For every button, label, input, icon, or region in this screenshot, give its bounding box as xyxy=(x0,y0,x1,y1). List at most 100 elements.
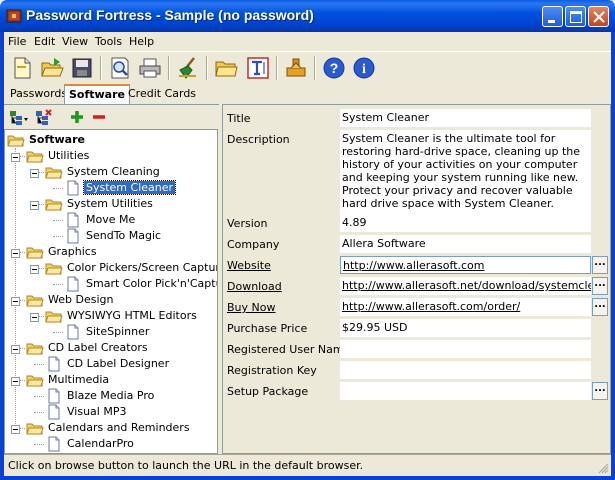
category-tree[interactable]: Software Utilities System Cleaning System C… xyxy=(4,129,218,454)
tree-node-label: CD Label Designer xyxy=(67,357,170,370)
tree-toolbar xyxy=(4,105,219,129)
maximize-button[interactable] xyxy=(565,6,586,27)
menu-view[interactable]: View xyxy=(62,35,88,48)
document-icon xyxy=(45,436,63,453)
minimize-icon xyxy=(548,20,555,23)
tree-connector xyxy=(53,236,63,237)
close-button[interactable] xyxy=(588,6,609,27)
plugin-button[interactable] xyxy=(282,54,310,82)
toolbar-separator xyxy=(168,56,170,80)
website-field[interactable]: http://www.allerasoft.com xyxy=(340,256,591,274)
tree-node-label: Multimedia xyxy=(48,373,110,386)
save-button[interactable] xyxy=(68,54,96,82)
tree-connector xyxy=(34,444,44,445)
title-field[interactable]: System Cleaner xyxy=(340,109,591,127)
tree-node-label: SendTo Magic xyxy=(86,229,162,242)
window-frame-right xyxy=(611,32,615,480)
collapse-toggle-icon[interactable] xyxy=(11,248,20,261)
title-bar: Password Fortress - Sample (no password) xyxy=(0,0,615,32)
menu-tools[interactable]: Tools xyxy=(95,35,122,48)
tree-connector xyxy=(53,284,63,285)
setup-package-browse-button[interactable]: ... xyxy=(592,382,608,400)
download-field[interactable]: http://www.allerasoft.net/download/syste… xyxy=(340,277,591,295)
svg-text:i: i xyxy=(362,62,366,77)
registered-user-label: Registered User Name xyxy=(227,343,351,356)
folder-icon xyxy=(45,164,63,183)
purchase-price-label: Purchase Price xyxy=(227,322,308,335)
print-button[interactable] xyxy=(136,54,164,82)
buy-now-label[interactable]: Buy Now xyxy=(227,301,275,314)
collapse-toggle-icon[interactable] xyxy=(30,264,39,277)
collapse-toggle-icon[interactable] xyxy=(11,152,20,165)
folder-icon xyxy=(45,308,63,327)
collapse-toggle-icon[interactable] xyxy=(11,376,20,389)
help-icon: ? xyxy=(323,57,345,79)
tree-node-label: CD Label Creators xyxy=(48,341,148,354)
remove-item-button[interactable] xyxy=(90,108,110,126)
delete-folder-button[interactable] xyxy=(34,108,54,126)
title-label: Title xyxy=(227,112,251,125)
tree-connector xyxy=(34,364,44,365)
version-field[interactable]: 4.89 xyxy=(340,214,591,232)
clean-button[interactable] xyxy=(174,54,202,82)
print-icon xyxy=(139,58,161,78)
tab-passwords[interactable]: Passwords xyxy=(6,85,71,103)
tab-credit-cards[interactable]: Credit Cards xyxy=(124,85,200,103)
tree-node-label: Utilities xyxy=(48,149,90,162)
new-icon xyxy=(14,57,31,79)
add-folder-icon xyxy=(10,111,28,125)
app-icon xyxy=(6,9,22,23)
menu-file[interactable]: File xyxy=(8,35,26,48)
buy-now-field[interactable]: http://www.allerasoft.com/order/ xyxy=(340,298,591,316)
collapse-toggle-icon[interactable] xyxy=(30,168,39,181)
new-button[interactable] xyxy=(8,54,36,82)
company-field[interactable]: Allera Software xyxy=(340,235,591,253)
setup-package-field[interactable] xyxy=(340,382,591,400)
tree-node-label: Software xyxy=(29,133,85,146)
collapse-toggle-icon[interactable] xyxy=(30,312,39,325)
description-field[interactable]: System Cleaner is the ultimate tool for … xyxy=(340,130,591,216)
toolbar-separator xyxy=(276,56,278,80)
website-browse-button[interactable]: ... xyxy=(592,256,608,274)
menu-help[interactable]: Help xyxy=(129,35,154,48)
tree-node-label: System Cleaner xyxy=(82,180,177,195)
tree-connector xyxy=(53,332,63,333)
menu-edit[interactable]: Edit xyxy=(34,35,55,48)
resize-grip-icon[interactable] xyxy=(597,462,609,474)
folder-icon xyxy=(45,196,63,215)
open-button[interactable] xyxy=(38,54,66,82)
delete-folder-icon xyxy=(36,109,52,125)
folder-icon xyxy=(26,372,44,391)
folder-icon xyxy=(26,148,44,167)
collapse-toggle-icon[interactable] xyxy=(11,344,20,357)
collapse-toggle-icon[interactable] xyxy=(30,200,39,213)
help-button[interactable]: ? xyxy=(320,54,348,82)
purchase-price-field[interactable]: $29.95 USD xyxy=(340,319,591,337)
website-label[interactable]: Website xyxy=(227,259,271,272)
folder-icon xyxy=(7,132,25,151)
status-bar: Click on browse button to launch the URL… xyxy=(4,454,611,476)
main-toolbar: ? i xyxy=(4,51,611,85)
download-label[interactable]: Download xyxy=(227,280,282,293)
tree-node-label: Blaze Media Pro xyxy=(67,389,155,402)
folder-button[interactable] xyxy=(212,54,240,82)
minimize-button[interactable] xyxy=(542,6,563,27)
download-browse-button[interactable]: ... xyxy=(592,277,608,295)
plus-icon xyxy=(71,111,83,123)
tab-software[interactable]: Software xyxy=(64,84,130,104)
registration-key-label: Registration Key xyxy=(227,364,317,377)
registration-key-field[interactable] xyxy=(340,361,591,379)
tree-connector xyxy=(53,188,63,189)
text-button[interactable] xyxy=(244,54,272,82)
buy-now-browse-button[interactable]: ... xyxy=(592,298,608,316)
add-item-button[interactable] xyxy=(68,108,88,126)
collapse-toggle-icon[interactable] xyxy=(11,424,20,437)
tree-panel: Software Utilities System Cleaning System C… xyxy=(4,104,219,454)
info-button[interactable]: i xyxy=(350,54,378,82)
registered-user-field[interactable] xyxy=(340,340,591,358)
folder-icon xyxy=(26,292,44,311)
broom-icon xyxy=(179,57,196,79)
collapse-toggle-icon[interactable] xyxy=(11,296,20,309)
preview-button[interactable] xyxy=(106,54,134,82)
add-folder-dropdown-button[interactable] xyxy=(8,108,28,126)
